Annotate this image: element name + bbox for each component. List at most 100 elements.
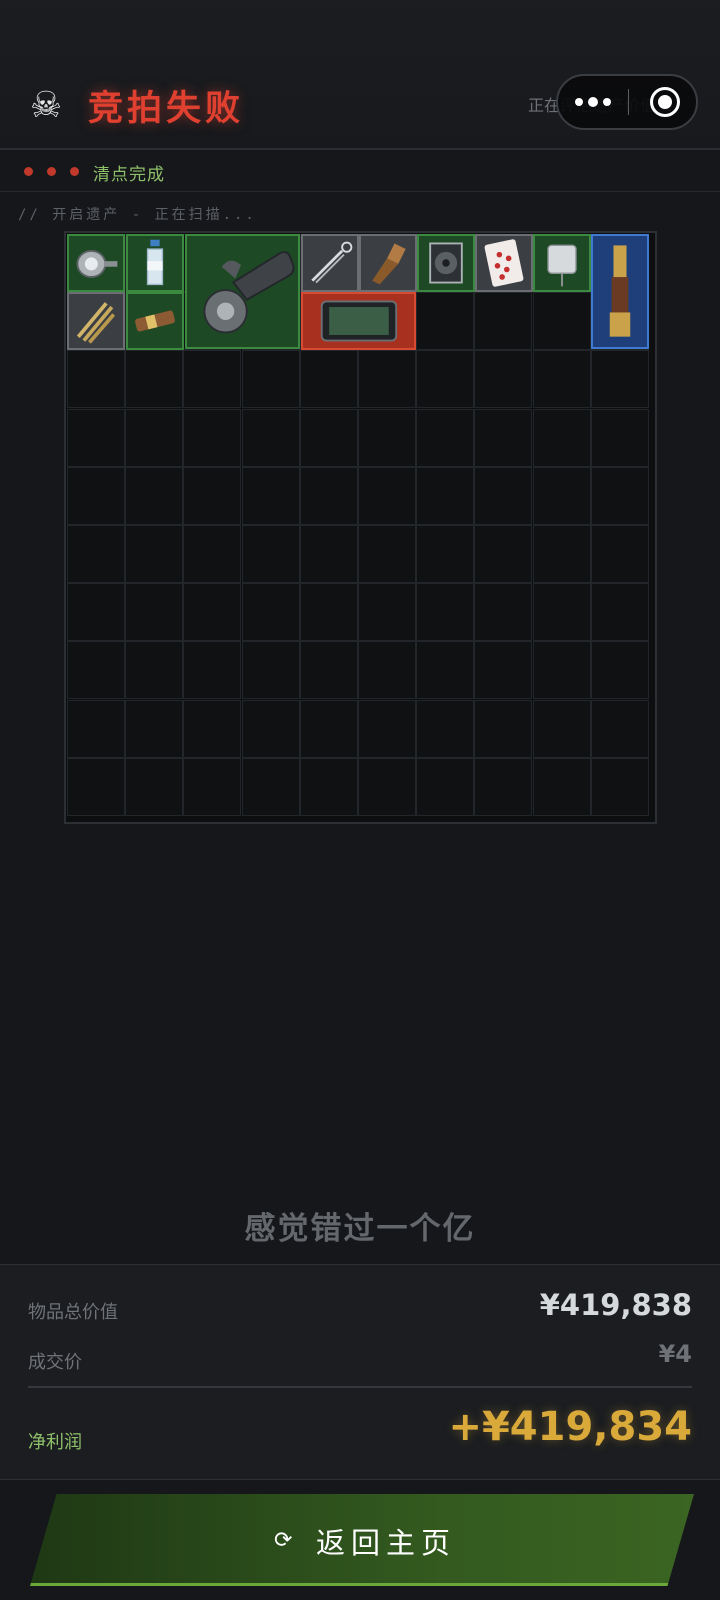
more-dots-icon[interactable] bbox=[558, 76, 628, 128]
total-value-label: 物品总价值 bbox=[28, 1302, 118, 1323]
item-playing-cards[interactable] bbox=[475, 234, 533, 292]
grid-cell bbox=[67, 641, 125, 700]
grid-cell bbox=[416, 408, 475, 467]
grid-cell bbox=[474, 641, 533, 700]
grid-cell bbox=[125, 350, 184, 409]
grid-cell bbox=[358, 350, 416, 409]
grid-cell bbox=[299, 583, 358, 642]
grid-cell bbox=[590, 466, 649, 525]
item-tablet[interactable] bbox=[301, 292, 416, 350]
grid-cell bbox=[241, 641, 300, 700]
item-hemostat[interactable] bbox=[301, 234, 359, 292]
grid-cell bbox=[474, 757, 533, 816]
grid-cell bbox=[299, 408, 358, 467]
grid-cell bbox=[474, 583, 533, 642]
grid-cell bbox=[125, 525, 184, 583]
item-spyglass[interactable] bbox=[591, 234, 649, 349]
grid-cell bbox=[241, 525, 300, 583]
item-angle-grinder[interactable] bbox=[185, 234, 300, 349]
grid-cell bbox=[532, 350, 591, 409]
grid-cell bbox=[299, 641, 358, 700]
net-profit-value: +¥419,834 bbox=[448, 1404, 692, 1450]
grid-cell bbox=[474, 292, 533, 351]
item-ropes[interactable] bbox=[67, 292, 125, 350]
grid-cell bbox=[474, 699, 533, 758]
grid-cell bbox=[358, 757, 416, 816]
net-profit-label: 净利润 bbox=[28, 1432, 82, 1453]
grid-cell bbox=[532, 408, 591, 467]
status-dot bbox=[24, 167, 33, 176]
grid-cell bbox=[125, 408, 184, 467]
return-home-label: 返回主页 bbox=[316, 1526, 457, 1560]
grid-cell bbox=[358, 583, 416, 642]
grid-cell bbox=[183, 757, 242, 816]
grid-cell bbox=[67, 408, 125, 467]
grid-cell bbox=[474, 408, 533, 467]
grid-cell bbox=[416, 525, 475, 583]
grid-cell bbox=[532, 525, 591, 583]
status-label: 清点完成 bbox=[93, 165, 165, 185]
grid-cell bbox=[241, 699, 300, 758]
grid-cell bbox=[590, 641, 649, 700]
grid-cell bbox=[590, 757, 649, 816]
grid-cell bbox=[183, 350, 242, 409]
grid-cell bbox=[358, 699, 416, 758]
total-value: ¥419,838 bbox=[539, 1288, 692, 1322]
grid-cell bbox=[125, 641, 184, 700]
grid-cell bbox=[183, 699, 242, 758]
grid-cell bbox=[299, 350, 358, 409]
grid-cell bbox=[183, 408, 242, 467]
grid-cell bbox=[67, 699, 125, 758]
item-water-bottle[interactable] bbox=[126, 234, 184, 292]
grid-cell bbox=[590, 408, 649, 467]
grid-cell bbox=[125, 699, 184, 758]
grid-cell bbox=[416, 292, 475, 351]
capsule-divider bbox=[628, 89, 629, 115]
deal-price-label: 成交价 bbox=[28, 1352, 82, 1373]
item-headlamp[interactable] bbox=[67, 234, 125, 292]
grid-cell bbox=[125, 757, 184, 816]
grid-cell bbox=[590, 525, 649, 583]
grid-cell bbox=[358, 641, 416, 700]
grid-cell bbox=[532, 292, 591, 351]
grid-cell bbox=[474, 350, 533, 409]
grid-cell bbox=[299, 466, 358, 525]
status-dot bbox=[47, 167, 56, 176]
grid-cell bbox=[67, 525, 125, 583]
grid-cell bbox=[532, 641, 591, 700]
grid-cell bbox=[532, 757, 591, 816]
grid-cell bbox=[532, 583, 591, 642]
grid-cell bbox=[241, 350, 300, 409]
item-candy-bar[interactable] bbox=[126, 292, 184, 350]
grid-cell bbox=[358, 525, 416, 583]
deal-price: ¥4 bbox=[658, 1340, 692, 1368]
grid-cell bbox=[532, 699, 591, 758]
grid-cell bbox=[125, 466, 184, 525]
grid-cell bbox=[299, 757, 358, 816]
grid-cell bbox=[416, 583, 475, 642]
grid-cell bbox=[67, 757, 125, 816]
grid-cell bbox=[241, 757, 300, 816]
miniprogram-capsule bbox=[556, 74, 698, 130]
item-iv-bag[interactable] bbox=[533, 234, 591, 292]
grid-cell bbox=[474, 466, 533, 525]
grid-cell bbox=[183, 641, 242, 700]
button-edge bbox=[30, 1583, 694, 1586]
grid-cell bbox=[67, 583, 125, 642]
skull-icon: ☠ bbox=[29, 85, 63, 126]
grid-cell bbox=[241, 408, 300, 467]
grid-cell bbox=[358, 466, 416, 525]
item-paint-brush[interactable] bbox=[359, 234, 417, 292]
grid-cell bbox=[183, 525, 242, 583]
grid-cell bbox=[416, 466, 475, 525]
return-home-button[interactable]: ⟳ 返回主页 bbox=[30, 1494, 694, 1586]
grid-cell bbox=[416, 350, 475, 409]
grid-cell bbox=[299, 699, 358, 758]
item-cpu-cooler[interactable] bbox=[417, 234, 475, 292]
grid-cell bbox=[183, 583, 242, 642]
grid-cell bbox=[590, 350, 649, 409]
grid-cell bbox=[532, 466, 591, 525]
grid-cell bbox=[67, 466, 125, 525]
grid-cell bbox=[358, 408, 416, 467]
target-circle-icon[interactable] bbox=[650, 87, 680, 117]
